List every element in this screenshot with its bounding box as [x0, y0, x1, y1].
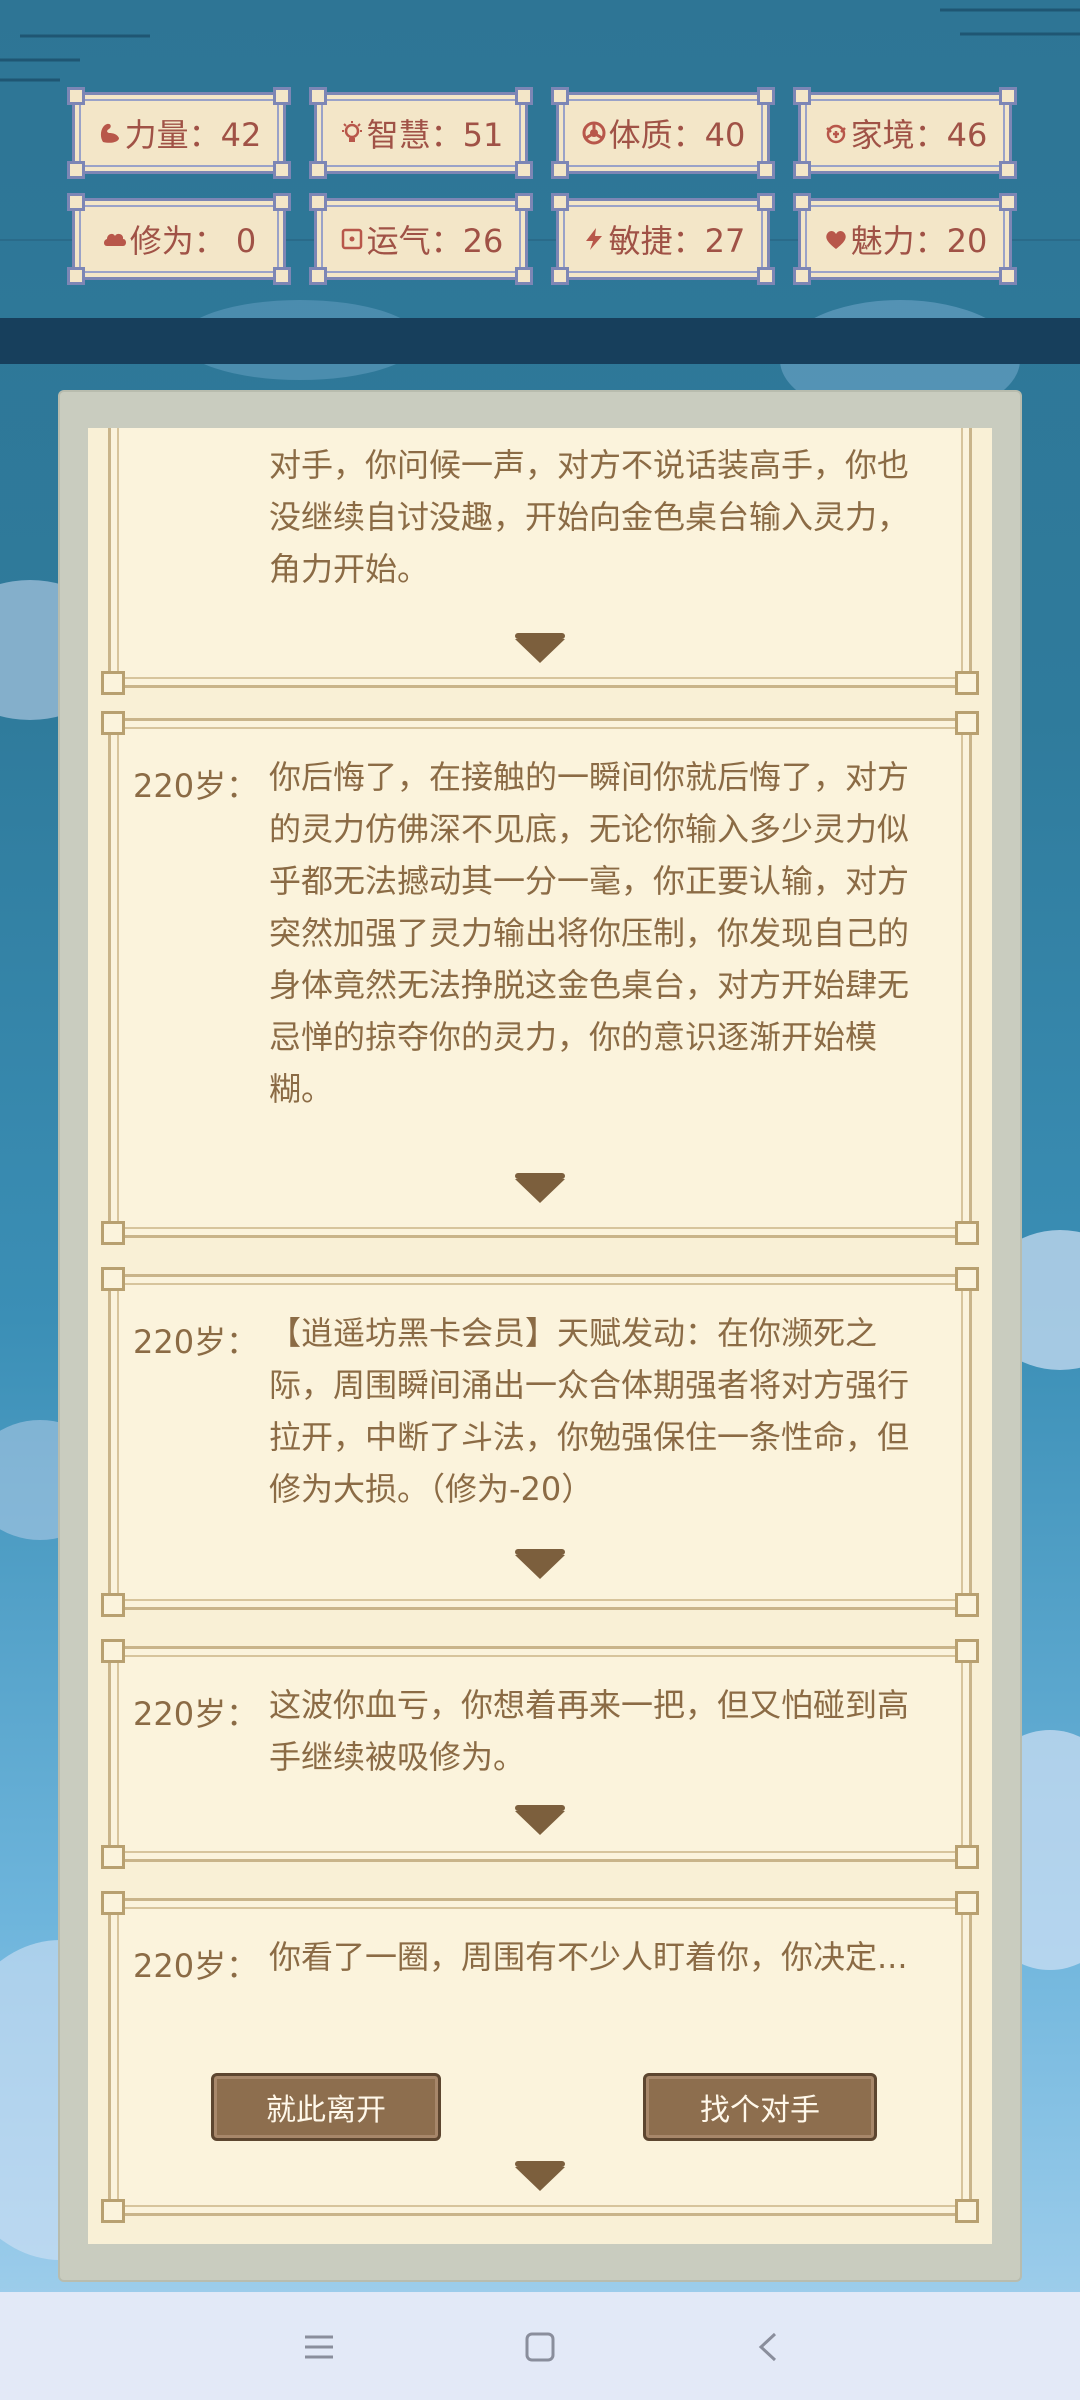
stat-label: 运气：26	[366, 222, 504, 260]
stat-family: 家境：46	[793, 87, 1017, 179]
event-card: 对手，你问候一声，对方不说话装高手，你也没继续自讨没趣，开始向金色桌台输入灵力，…	[101, 428, 979, 695]
event-text: 这波你血亏，你想着再来一把，但又怕碰到高手继续被吸修为。	[269, 1686, 910, 1776]
down-arrow-icon	[515, 1173, 565, 1203]
stat-label: 魅力：20	[850, 222, 988, 260]
event-age: 220岁：	[133, 1323, 259, 1361]
menu-button[interactable]	[284, 2312, 354, 2382]
back-icon	[758, 2332, 777, 2362]
event-card: 220岁： 你后悔了，在接触的一瞬间你就后悔了，对方的灵力仿佛深不见底，无论你输…	[101, 711, 979, 1245]
stat-strength: 力量：42	[67, 87, 291, 179]
event-card: 220岁： 这波你血亏，你想着再来一把，但又怕碰到高手继续被吸修为。	[101, 1639, 979, 1869]
event-text: 对手，你问候一声，对方不说话装高手，你也没继续自讨没趣，开始向金色桌台输入灵力，…	[269, 446, 910, 588]
cloud-icon	[103, 233, 126, 246]
brush-divider	[0, 318, 1080, 364]
event-age: 220岁：	[133, 1947, 259, 1985]
event-text: 你看了一圈，周围有不少人盯着你，你决定...	[269, 1938, 908, 1976]
bulb-icon	[341, 121, 362, 142]
stat-label: 敏捷：27	[608, 222, 746, 260]
home-button[interactable]	[505, 2312, 575, 2382]
system-nav-bar	[0, 2292, 1080, 2400]
event-card: 220岁： 【逍遥坊黑卡会员】天赋发动：在你濒死之际，周围瞬间涌出一众合体期强者…	[101, 1267, 979, 1617]
stat-label: 体质：40	[608, 116, 746, 154]
back-button[interactable]	[733, 2312, 803, 2382]
bolt-icon	[585, 228, 602, 250]
arm-icon	[100, 123, 119, 143]
menu-icon	[305, 2335, 333, 2359]
find-opponent-button[interactable]: 找个对手	[643, 2073, 877, 2141]
body-icon	[582, 121, 606, 145]
stat-label: 家境：46	[850, 116, 988, 154]
stat-constitution: 体质：40	[551, 87, 775, 179]
stat-agility: 敏捷：27	[551, 193, 775, 285]
down-arrow-icon	[515, 1805, 565, 1835]
stats-grid: 力量：42 智慧：51 体质：40 家境：46 修为： 0 运气：26 敏捷：2…	[67, 87, 1017, 285]
event-log[interactable]: 对手，你问候一声，对方不说话装高手，你也没继续自讨没趣，开始向金色桌台输入灵力，…	[88, 428, 992, 2244]
leave-button[interactable]: 就此离开	[211, 2073, 441, 2141]
heart-icon	[825, 231, 846, 249]
wealth-icon	[825, 124, 846, 144]
stat-wisdom: 智慧：51	[309, 87, 533, 179]
dice-icon	[341, 228, 362, 250]
event-age: 220岁：	[133, 1695, 259, 1733]
down-arrow-icon	[515, 1549, 565, 1579]
event-text: 【逍遥坊黑卡会员】天赋发动：在你濒死之际，周围瞬间涌出一众合体期强者将对方强行拉…	[269, 1314, 910, 1508]
event-age: 220岁：	[133, 767, 259, 805]
stat-label: 修为： 0	[129, 222, 257, 260]
stat-cultivation: 修为： 0	[67, 193, 291, 285]
event-panel: 对手，你问候一声，对方不说话装高手，你也没继续自讨没趣，开始向金色桌台输入灵力，…	[60, 392, 1020, 2280]
square-icon	[525, 2332, 555, 2362]
stat-label: 智慧：51	[366, 116, 504, 154]
stat-charm: 魅力：20	[793, 193, 1017, 285]
stat-label: 力量：42	[124, 116, 262, 154]
down-arrow-icon	[515, 2161, 565, 2191]
stat-luck: 运气：26	[309, 193, 533, 285]
event-card-choice: 220岁： 你看了一圈，周围有不少人盯着你，你决定... 就此离开 找个对手	[101, 1891, 979, 2223]
down-arrow-icon	[515, 633, 565, 663]
event-text: 你后悔了，在接触的一瞬间你就后悔了，对方的灵力仿佛深不见底，无论你输入多少灵力似…	[269, 758, 910, 1108]
